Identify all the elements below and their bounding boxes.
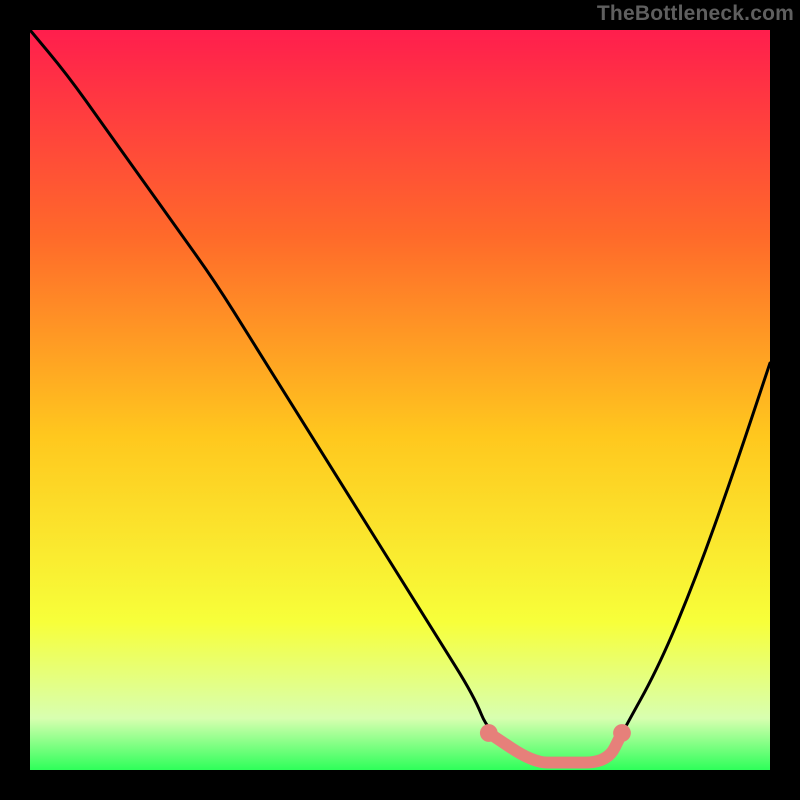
- watermark-text: TheBottleneck.com: [597, 2, 794, 26]
- highlight-end-dot: [613, 724, 631, 742]
- chart-stage: TheBottleneck.com: [0, 0, 800, 800]
- bottleneck-chart: [0, 0, 800, 800]
- chart-gradient-bg: [30, 30, 770, 770]
- highlight-start-dot: [480, 724, 498, 742]
